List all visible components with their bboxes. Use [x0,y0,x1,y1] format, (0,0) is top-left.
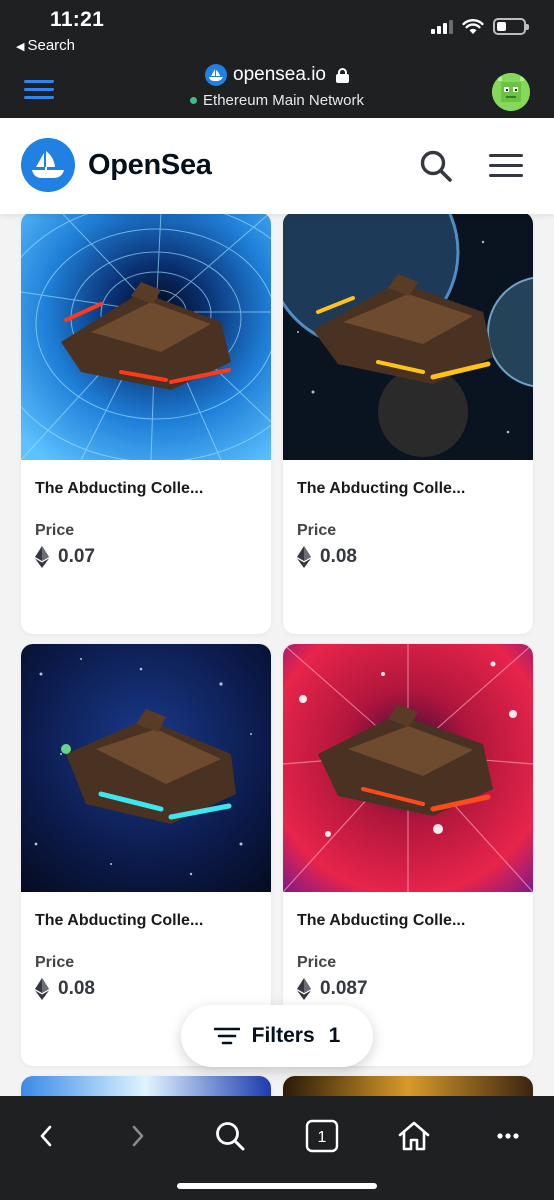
brand-wordmark[interactable]: OpenSea [88,149,212,182]
price-row: 0.08 [35,978,95,1000]
search-icon[interactable] [418,148,454,184]
battery-icon [493,18,529,35]
ethereum-icon [297,546,311,568]
site-favicon-icon [205,64,228,86]
ethereum-icon [35,546,49,568]
asset-name: The Abducting Colle... [297,912,466,929]
price-row: 0.087 [297,978,368,1000]
network-name: Ethereum Main Network [203,92,364,109]
opensea-logo-icon[interactable] [21,138,75,192]
tabs-icon: 1 [305,1119,339,1153]
asset-image [283,1076,533,1096]
menu-icon[interactable] [489,154,523,184]
asset-image [283,214,533,460]
price-row: 0.08 [297,546,357,568]
price-value: 0.07 [58,546,95,567]
filters-count: 1 [328,1024,341,1047]
account-avatar[interactable] [492,73,530,111]
price-value: 0.08 [58,978,95,999]
status-time: 11:21 [50,8,105,31]
price-row: 0.07 [35,546,95,568]
cellular-signal-icon [431,19,453,34]
home-icon [398,1121,430,1151]
toolbar-search-button[interactable] [210,1116,250,1156]
filters-label: Filters [251,1024,315,1047]
home-indicator [177,1183,377,1189]
asset-image [21,214,271,460]
filters-button[interactable]: Filters 1 [181,1005,373,1067]
chevron-right-icon [132,1125,144,1147]
price-label: Price [297,954,337,971]
opensea-header: OpenSea [0,118,554,214]
asset-card[interactable] [21,1076,271,1096]
price-label: Price [35,954,75,971]
search-icon [216,1122,245,1151]
back-to-app-link[interactable]: ◀ Search [16,37,75,54]
filter-lines-icon [213,1027,240,1045]
lock-icon [335,67,349,83]
asset-card[interactable]: The Abducting Colle... Price 0.08 [283,214,533,634]
more-dots-icon [497,1133,519,1139]
svg-text:1: 1 [318,1129,327,1146]
home-button[interactable] [394,1116,434,1156]
network-status-dot [190,97,198,104]
asset-name: The Abducting Colle... [35,480,204,497]
price-value: 0.087 [320,978,368,999]
price-label: Price [35,522,75,539]
forward-button[interactable] [118,1116,158,1156]
back-button[interactable] [26,1116,66,1156]
status-icons [431,18,529,35]
ethereum-icon [297,978,311,1000]
wifi-icon [462,18,484,34]
more-button[interactable] [488,1116,528,1156]
price-label: Price [297,522,337,539]
ethereum-icon [35,978,49,1000]
price-value: 0.08 [320,546,357,567]
browser-top-bar: 11:21 ◀ Search opensea.io Ethereum Main N… [0,0,554,118]
asset-image [21,644,271,892]
chevron-left-icon [40,1125,52,1147]
back-app-label: Search [27,37,75,54]
asset-image [283,644,533,892]
url-text: opensea.io [233,64,326,85]
asset-card[interactable]: The Abducting Colle... Price 0.08 [21,644,271,1066]
asset-card[interactable]: The Abducting Colle... Price 0.087 [283,644,533,1066]
asset-card[interactable] [283,1076,533,1096]
tabs-button[interactable]: 1 [302,1116,342,1156]
asset-grid: The Abducting Colle... Price 0.07 The Ab… [0,214,554,1096]
address-bar[interactable]: opensea.io Ethereum Main Network [0,64,554,109]
asset-name: The Abducting Colle... [35,912,204,929]
asset-card[interactable]: The Abducting Colle... Price 0.07 [21,214,271,634]
back-triangle-icon: ◀ [16,41,25,53]
asset-name: The Abducting Colle... [297,480,466,497]
asset-image [21,1076,271,1096]
